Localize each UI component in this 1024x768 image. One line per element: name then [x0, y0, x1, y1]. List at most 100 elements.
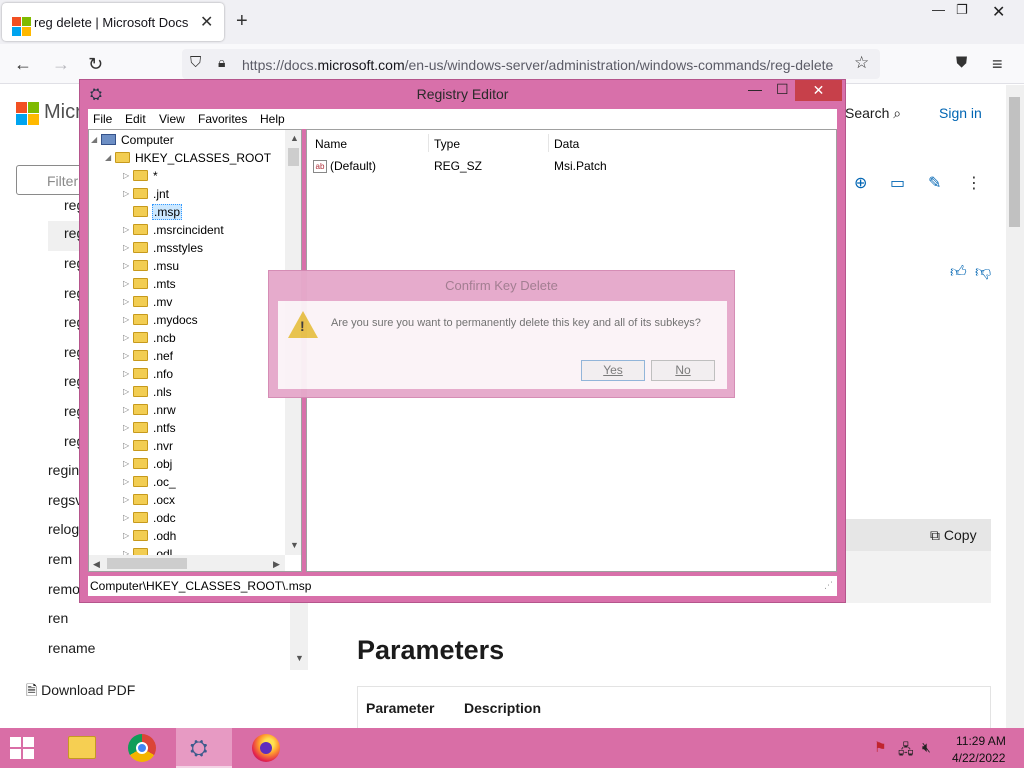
toc-item[interactable]: relog [48, 521, 79, 537]
tree-node[interactable]: ▷ .ocx [123, 492, 176, 510]
bookmark-star-icon[interactable]: ☆ [854, 53, 869, 73]
menu-icon[interactable]: ≡ [992, 54, 1003, 75]
action-center-flag-icon[interactable]: ⚑ [874, 739, 887, 756]
expand-arrow-icon[interactable]: ▷ [123, 225, 133, 234]
collapse-arrow-icon[interactable]: ◢ [105, 153, 115, 162]
expand-arrow-icon[interactable]: ▷ [123, 423, 133, 432]
expand-arrow-icon[interactable]: ▷ [123, 279, 133, 288]
expand-arrow-icon[interactable]: ▷ [123, 477, 133, 486]
network-icon[interactable]: 🖧︎ [898, 739, 914, 763]
menu-view[interactable]: View [159, 112, 185, 126]
microsoft-logo[interactable] [16, 101, 39, 125]
add-collection-icon[interactable]: ⊕ [854, 173, 867, 193]
expand-arrow-icon[interactable]: ▷ [123, 405, 133, 414]
minimize-icon[interactable]: — [932, 2, 945, 17]
copy-button[interactable]: ⧉ Copy [930, 527, 977, 544]
no-button[interactable]: No [651, 360, 715, 381]
tree-node[interactable]: ▷ .nls [123, 384, 173, 402]
tree-node-selected[interactable]: .msp [123, 203, 183, 222]
pocket-icon[interactable]: ⛊ [956, 54, 967, 71]
expand-arrow-icon[interactable]: ▷ [123, 333, 133, 342]
tree-node[interactable]: ▷ .mts [123, 276, 177, 294]
clock-date[interactable]: 4/22/2022 [952, 751, 1005, 765]
column-header-type[interactable]: Type [434, 137, 460, 151]
thumbs-down-icon[interactable]: 👎︎ [975, 263, 991, 282]
tree-node[interactable]: ▷ .nrw [123, 402, 177, 420]
expand-arrow-icon[interactable]: ▷ [123, 351, 133, 360]
expand-arrow-icon[interactable]: ▷ [123, 369, 133, 378]
expand-arrow-icon[interactable]: ▷ [123, 315, 133, 324]
tree-node[interactable]: ▷ .mv [123, 294, 173, 312]
start-windows-icon[interactable] [10, 737, 34, 759]
tree-horizontal-scroll-thumb[interactable] [107, 558, 187, 569]
tree-node[interactable]: ▷ .msu [123, 258, 180, 276]
expand-arrow-icon[interactable]: ▷ [123, 531, 133, 540]
tree-node[interactable]: ▷ .odh [123, 528, 177, 546]
tree-node[interactable]: ▷ .oc_ [123, 474, 177, 492]
tree-node[interactable]: ▷ .nvr [123, 438, 174, 456]
new-tab-icon[interactable]: + [236, 10, 248, 33]
expand-arrow-icon[interactable]: ▷ [123, 387, 133, 396]
toc-item[interactable]: rem [48, 551, 72, 567]
column-header-data[interactable]: Data [554, 137, 579, 151]
shield-icon[interactable]: ⛉ [190, 54, 201, 71]
tree-node[interactable]: ▷ .ntfs [123, 420, 177, 438]
expand-arrow-icon[interactable]: ▷ [123, 243, 133, 252]
menu-edit[interactable]: Edit [125, 112, 146, 126]
tree-node[interactable]: ▷ .nef [123, 348, 174, 366]
menu-favorites[interactable]: Favorites [198, 112, 247, 126]
thumbs-up-icon[interactable]: 👍︎ [950, 263, 967, 282]
browser-tab[interactable]: reg delete | Microsoft Docs ✕ [2, 3, 224, 41]
expand-arrow-icon[interactable]: ▷ [123, 261, 133, 270]
toc-item[interactable]: remo [48, 581, 80, 597]
toc-scroll-down-icon[interactable]: ▼ [295, 653, 304, 663]
column-header-name[interactable]: Name [315, 137, 347, 151]
close-window-icon[interactable]: ✕ [992, 2, 1005, 22]
maximize-icon[interactable]: ☐ [776, 81, 789, 98]
tree-vertical-scroll-thumb[interactable] [288, 148, 299, 166]
minimize-icon[interactable]: — [748, 81, 762, 97]
scroll-left-icon[interactable]: ◀ [93, 559, 100, 570]
edit-icon[interactable]: ✎ [928, 173, 941, 193]
tree-node[interactable]: ▷ .nfo [123, 366, 174, 384]
tree-node[interactable]: ▷ * [123, 168, 159, 186]
resize-grip-icon[interactable]: ⋰ [824, 580, 833, 591]
tree-node[interactable]: ▷ .obj [123, 456, 173, 474]
expand-arrow-icon[interactable]: ▷ [123, 171, 133, 180]
reload-icon[interactable]: ↻ [88, 54, 103, 75]
scroll-up-icon[interactable]: ▲ [290, 133, 299, 143]
scroll-down-icon[interactable]: ▼ [290, 540, 299, 550]
yes-button[interactable]: Yes [581, 360, 645, 381]
tree-node[interactable]: ▷ .mydocs [123, 312, 199, 330]
collapse-arrow-icon[interactable]: ◢ [91, 135, 101, 144]
back-icon[interactable]: ← [14, 54, 32, 75]
expand-arrow-icon[interactable]: ▷ [123, 189, 133, 198]
menu-help[interactable]: Help [260, 112, 285, 126]
close-window-icon[interactable]: ✕ [795, 80, 842, 101]
restore-icon[interactable]: ❐ [956, 2, 968, 18]
feedback-icon[interactable]: ▭ [890, 173, 905, 193]
toc-item[interactable]: regini [48, 462, 82, 478]
sign-in-link[interactable]: Sign in [939, 105, 982, 121]
tree-node[interactable]: ▷ .msrcincident [123, 222, 225, 240]
address-bar[interactable]: ⛉ 🔒︎ https://docs.microsoft.com/en-us/wi… [182, 49, 880, 79]
tree-node[interactable]: ▷ .odc [123, 510, 177, 528]
tree-node-computer[interactable]: ◢ Computer [91, 132, 175, 150]
forward-icon[interactable]: → [52, 54, 70, 75]
tree-node[interactable]: ▷ .msstyles [123, 240, 204, 258]
tree-node[interactable]: ▷ .ncb [123, 330, 177, 348]
toc-item[interactable]: rename [48, 640, 95, 656]
tree-node[interactable]: ▷ .jnt [123, 186, 170, 204]
download-pdf-link[interactable]: 🗎︎ Download PDF [26, 680, 135, 704]
expand-arrow-icon[interactable]: ▷ [123, 297, 133, 306]
expand-arrow-icon[interactable]: ▷ [123, 441, 133, 450]
search-button[interactable]: Search ⌕ [845, 105, 901, 122]
toc-item[interactable]: ren [48, 610, 68, 626]
more-options-icon[interactable]: ⋮ [966, 173, 982, 193]
clock-time[interactable]: 11:29 AM [956, 734, 1006, 748]
expand-arrow-icon[interactable]: ▷ [123, 495, 133, 504]
menu-file[interactable]: File [93, 112, 112, 126]
expand-arrow-icon[interactable]: ▷ [123, 513, 133, 522]
volume-muted-icon[interactable]: 🔇︎ [922, 739, 931, 756]
scroll-right-icon[interactable]: ▶ [273, 559, 280, 570]
